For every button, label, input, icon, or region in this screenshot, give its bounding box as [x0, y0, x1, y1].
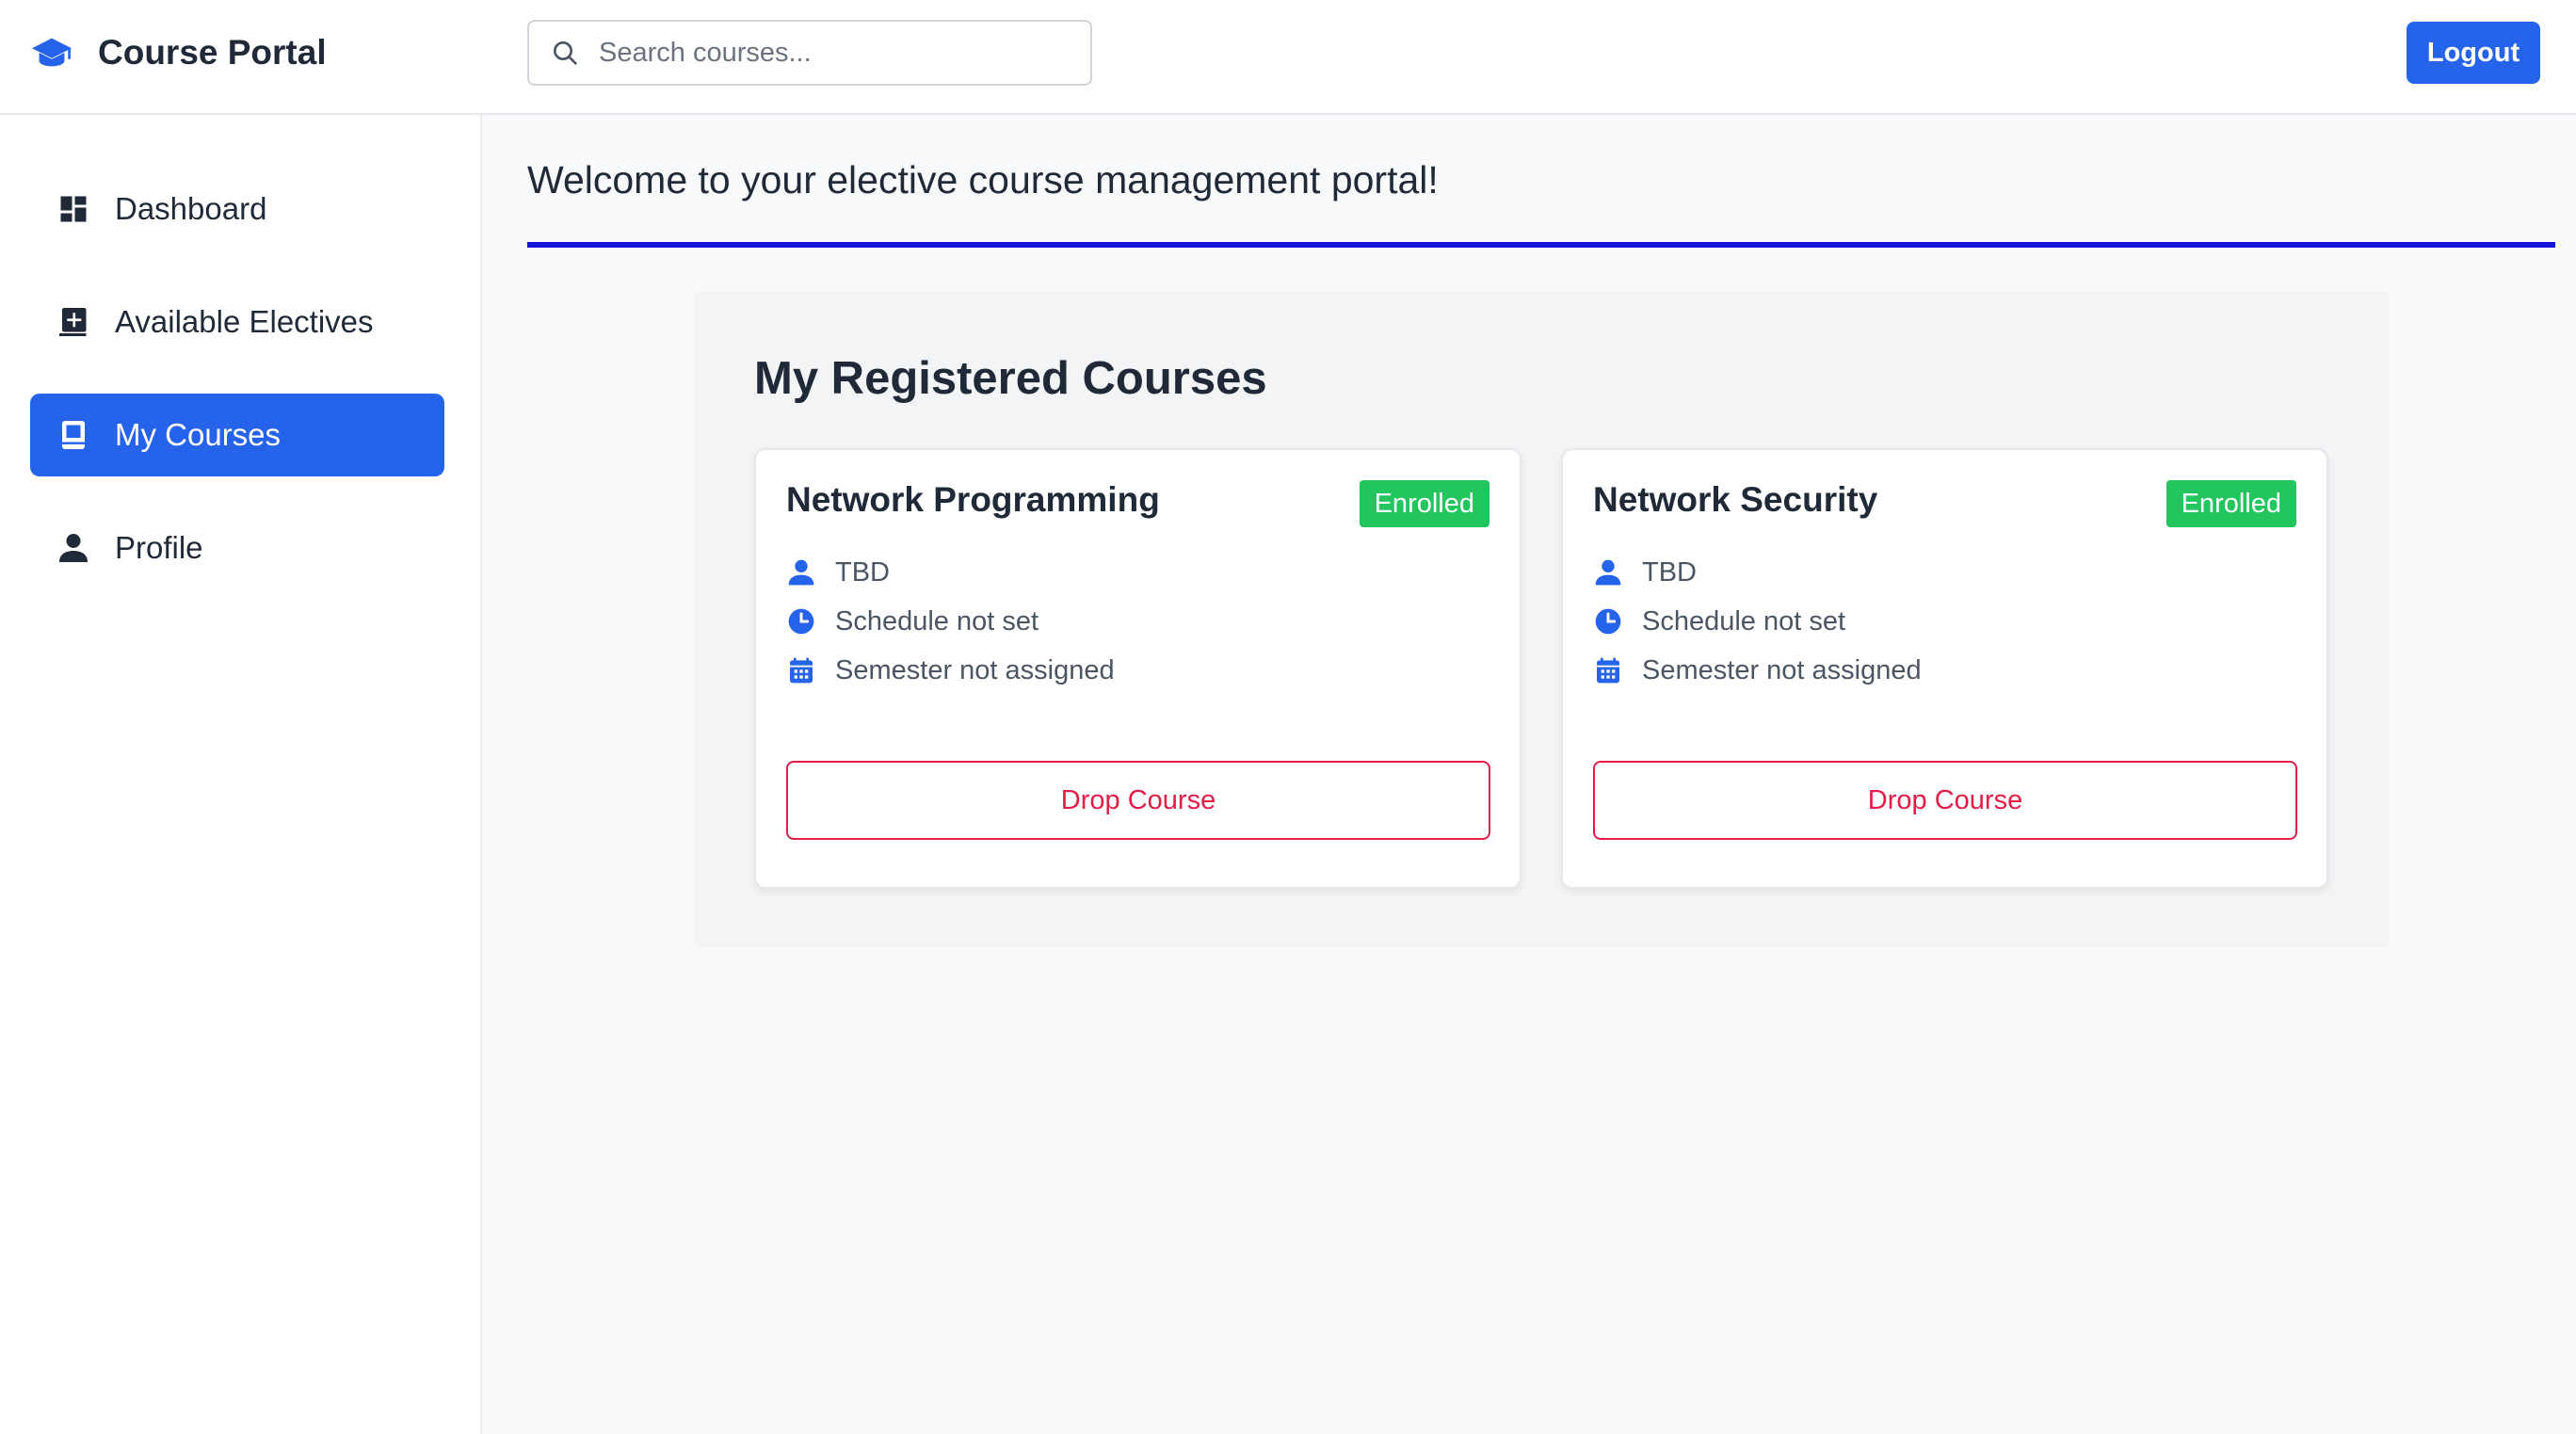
course-semester: Semester not assigned — [786, 652, 1115, 689]
status-badge: Enrolled — [2165, 480, 2296, 527]
brand[interactable]: Course Portal — [30, 26, 327, 79]
schedule-text: Schedule not set — [1642, 605, 1846, 636]
panel-title: My Registered Courses — [754, 353, 1267, 404]
logout-button[interactable]: Logout — [2407, 22, 2540, 84]
course-semester: Semester not assigned — [1593, 652, 1922, 689]
course-card: Network Security Enrolled TBD Schedule n… — [1561, 448, 2328, 889]
top-bar: Course Portal Logout — [0, 0, 2576, 115]
status-badge: Enrolled — [1359, 480, 1489, 527]
course-title: Network Programming — [786, 480, 1160, 519]
semester-text: Semester not assigned — [835, 654, 1115, 685]
add-book-icon — [59, 308, 87, 336]
clock-icon — [1595, 608, 1621, 635]
person-icon — [1595, 559, 1621, 586]
dashboard-icon — [60, 196, 87, 222]
sidebar-item-profile[interactable]: Profile — [30, 507, 444, 589]
drop-course-button[interactable]: Drop Course — [1593, 761, 2297, 840]
calendar-icon — [790, 657, 813, 684]
sidebar-item-available-electives[interactable]: Available Electives — [30, 281, 444, 363]
sidebar-item-my-courses[interactable]: My Courses — [30, 394, 444, 476]
clock-icon — [788, 608, 814, 635]
book-icon — [62, 421, 85, 449]
calendar-icon — [1597, 657, 1619, 684]
person-icon — [59, 534, 88, 562]
sidebar-item-label: Available Electives — [115, 304, 374, 339]
drop-course-button[interactable]: Drop Course — [786, 761, 1490, 840]
graduation-cap-icon — [31, 38, 72, 67]
instructor-text: TBD — [1642, 556, 1697, 588]
course-title: Network Security — [1593, 480, 1878, 519]
search-icon — [554, 41, 577, 65]
main-content: Welcome to your elective course manageme… — [482, 115, 2576, 1434]
app-title: Course Portal — [98, 33, 327, 72]
schedule-text: Schedule not set — [835, 605, 1039, 636]
sidebar-item-label: Dashboard — [115, 191, 267, 226]
person-icon — [788, 559, 814, 586]
welcome-message: Welcome to your elective course manageme… — [527, 158, 1439, 201]
divider — [527, 242, 2555, 248]
search-box[interactable] — [527, 20, 1092, 86]
sidebar: Dashboard Available Electives My Courses… — [0, 115, 482, 1434]
search-input[interactable] — [599, 37, 1070, 69]
course-schedule: Schedule not set — [786, 603, 1038, 640]
sidebar-item-dashboard[interactable]: Dashboard — [30, 168, 444, 250]
sidebar-item-label: Profile — [115, 530, 203, 565]
instructor-text: TBD — [835, 556, 890, 588]
course-card: Network Programming Enrolled TBD Schedul… — [754, 448, 1521, 889]
course-instructor: TBD — [1593, 554, 1697, 591]
course-instructor: TBD — [786, 554, 890, 591]
registered-courses-panel: My Registered Courses Network Programmin… — [694, 292, 2389, 947]
course-schedule: Schedule not set — [1593, 603, 1845, 640]
semester-text: Semester not assigned — [1642, 654, 1922, 685]
sidebar-item-label: My Courses — [115, 417, 282, 452]
